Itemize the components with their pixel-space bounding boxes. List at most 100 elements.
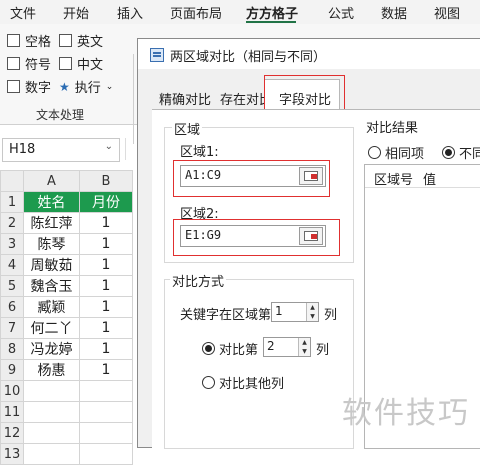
tab-fangfang[interactable]: 方方格子 — [246, 3, 298, 22]
tab-formulas[interactable]: 公式 — [328, 3, 354, 22]
column-header-b[interactable]: B — [79, 170, 133, 192]
stepper-arrows-icon[interactable]: ▲ ▼ — [298, 338, 310, 356]
cell-a[interactable]: 何二丫 — [23, 317, 80, 339]
tab-view[interactable]: 视图 — [434, 3, 460, 22]
range-select-icon[interactable] — [299, 167, 323, 185]
cell-b[interactable]: 1 — [79, 296, 133, 318]
radio-compare-other[interactable]: 对比其他列 — [202, 373, 284, 392]
cell-b[interactable]: 1 — [79, 359, 133, 381]
sheet-grid: A B 1 姓名 月份 2 陈红萍 1 3 陈琴 1 4 周敏茹 1 5 魏含玉 1 6 臧颖 1 7何… — [0, 170, 133, 465]
region1-input[interactable]: A1:C9 — [180, 165, 326, 187]
row-header[interactable]: 3 — [0, 233, 24, 255]
active-tab-indicator — [246, 21, 296, 23]
range-select-icon[interactable] — [299, 227, 323, 245]
key-column-value: 1 — [275, 304, 283, 318]
row-header[interactable]: 7 — [0, 317, 24, 339]
cell-b[interactable] — [79, 380, 133, 402]
column-unit-label: 列 — [316, 343, 330, 358]
checkbox-box[interactable] — [7, 57, 20, 70]
row-header[interactable]: 10 — [0, 380, 24, 402]
cell-b[interactable] — [79, 443, 133, 465]
checkbox-english[interactable]: 英文 — [59, 31, 103, 50]
cell-a[interactable]: 陈红萍 — [23, 212, 80, 234]
execute-button[interactable]: ★ 执行 ⌄ — [59, 77, 114, 97]
compare-nth-value: 2 — [267, 339, 275, 353]
cell-a[interactable]: 臧颖 — [23, 296, 80, 318]
region2-input[interactable]: E1:G9 — [180, 225, 326, 247]
row-header[interactable]: 13 — [0, 443, 24, 465]
result-diff-label: 不同 — [459, 147, 480, 162]
row-header[interactable]: 6 — [0, 296, 24, 318]
radio-diff-items[interactable]: 不同 — [442, 143, 480, 162]
cell-b[interactable]: 1 — [79, 233, 133, 255]
tab-home[interactable]: 开始 — [63, 3, 89, 22]
cell-a[interactable] — [23, 401, 80, 423]
cell-b[interactable] — [79, 401, 133, 423]
checkbox-label: 中文 — [77, 58, 104, 73]
row-header[interactable]: 1 — [0, 191, 24, 213]
cell-b[interactable]: 1 — [79, 275, 133, 297]
cell-a[interactable]: 周敏茹 — [23, 254, 80, 276]
checkbox-box[interactable] — [59, 57, 72, 70]
compare-dialog: 两区域对比（相同与不同） 精确对比 存在对比 字段对比 区域 区域1: A1:C… — [137, 38, 480, 449]
cell-b[interactable]: 1 — [79, 254, 133, 276]
checkbox-box[interactable] — [7, 34, 20, 47]
region1-value: A1:C9 — [185, 168, 222, 182]
dialog-title-bar[interactable]: 两区域对比（相同与不同） — [138, 39, 480, 69]
cell-b[interactable]: 1 — [79, 338, 133, 360]
select-all-corner[interactable] — [0, 170, 24, 192]
tab-insert[interactable]: 插入 — [117, 3, 143, 22]
row-header[interactable]: 11 — [0, 401, 24, 423]
compare-other-label: 对比其他列 — [219, 377, 285, 392]
row-header[interactable]: 8 — [0, 338, 24, 360]
tab-data[interactable]: 数据 — [381, 3, 407, 22]
cell-a[interactable]: 陈琴 — [23, 233, 80, 255]
compare-nth-stepper[interactable]: 2 ▲ ▼ — [263, 337, 311, 357]
chevron-down-icon[interactable]: ⌄ — [105, 141, 113, 152]
cell-a[interactable]: 魏含玉 — [23, 275, 80, 297]
name-box-value: H18 — [9, 142, 36, 157]
stepper-arrows-icon[interactable]: ▲ ▼ — [306, 303, 318, 321]
key-column-stepper[interactable]: 1 ▲ ▼ — [271, 302, 319, 322]
chevron-down-icon: ⌄ — [105, 81, 114, 92]
highlight-box-tab — [264, 75, 345, 112]
radio-circle[interactable] — [202, 342, 215, 355]
checkbox-box[interactable] — [7, 80, 20, 93]
name-box[interactable]: H18 ⌄ — [2, 138, 120, 162]
row-header[interactable]: 4 — [0, 254, 24, 276]
result-list-header: 区域号 值 — [365, 165, 480, 188]
cell-b[interactable] — [79, 422, 133, 444]
cell-b[interactable]: 1 — [79, 317, 133, 339]
col-header-value[interactable]: 值 — [423, 169, 436, 188]
radio-circle[interactable] — [368, 146, 381, 159]
cell-b[interactable]: 1 — [79, 212, 133, 234]
row-header[interactable]: 9 — [0, 359, 24, 381]
tab-exact-compare[interactable]: 精确对比 — [159, 89, 211, 108]
checkbox-box[interactable] — [59, 34, 72, 47]
checkbox-chinese[interactable]: 中文 — [59, 54, 103, 73]
tab-file[interactable]: 文件 — [10, 3, 36, 22]
cell-a[interactable]: 杨惠 — [23, 359, 80, 381]
checkbox-label: 英文 — [77, 35, 104, 50]
cell-a[interactable] — [23, 422, 80, 444]
row-header[interactable]: 5 — [0, 275, 24, 297]
radio-compare-nth[interactable]: 对比第 — [202, 339, 258, 358]
radio-circle[interactable] — [442, 146, 455, 159]
tab-page-layout[interactable]: 页面布局 — [170, 3, 222, 22]
radio-same-items[interactable]: 相同项 — [368, 143, 424, 162]
cell-a1[interactable]: 姓名 — [23, 191, 80, 213]
col-header-region[interactable]: 区域号 — [374, 169, 413, 188]
radio-circle[interactable] — [202, 376, 215, 389]
row-header[interactable]: 2 — [0, 212, 24, 234]
checkbox-number[interactable]: 数字 — [7, 77, 51, 96]
row-header[interactable]: 12 — [0, 422, 24, 444]
cell-a[interactable] — [23, 380, 80, 402]
checkbox-space[interactable]: 空格 — [7, 31, 51, 50]
cell-b1[interactable]: 月份 — [79, 191, 133, 213]
result-same-label: 相同项 — [385, 147, 425, 162]
compare-method-label: 对比方式 — [170, 271, 227, 290]
cell-a[interactable] — [23, 443, 80, 465]
checkbox-symbol[interactable]: 符号 — [7, 54, 51, 73]
column-header-a[interactable]: A — [23, 170, 80, 192]
cell-a[interactable]: 冯龙婷 — [23, 338, 80, 360]
